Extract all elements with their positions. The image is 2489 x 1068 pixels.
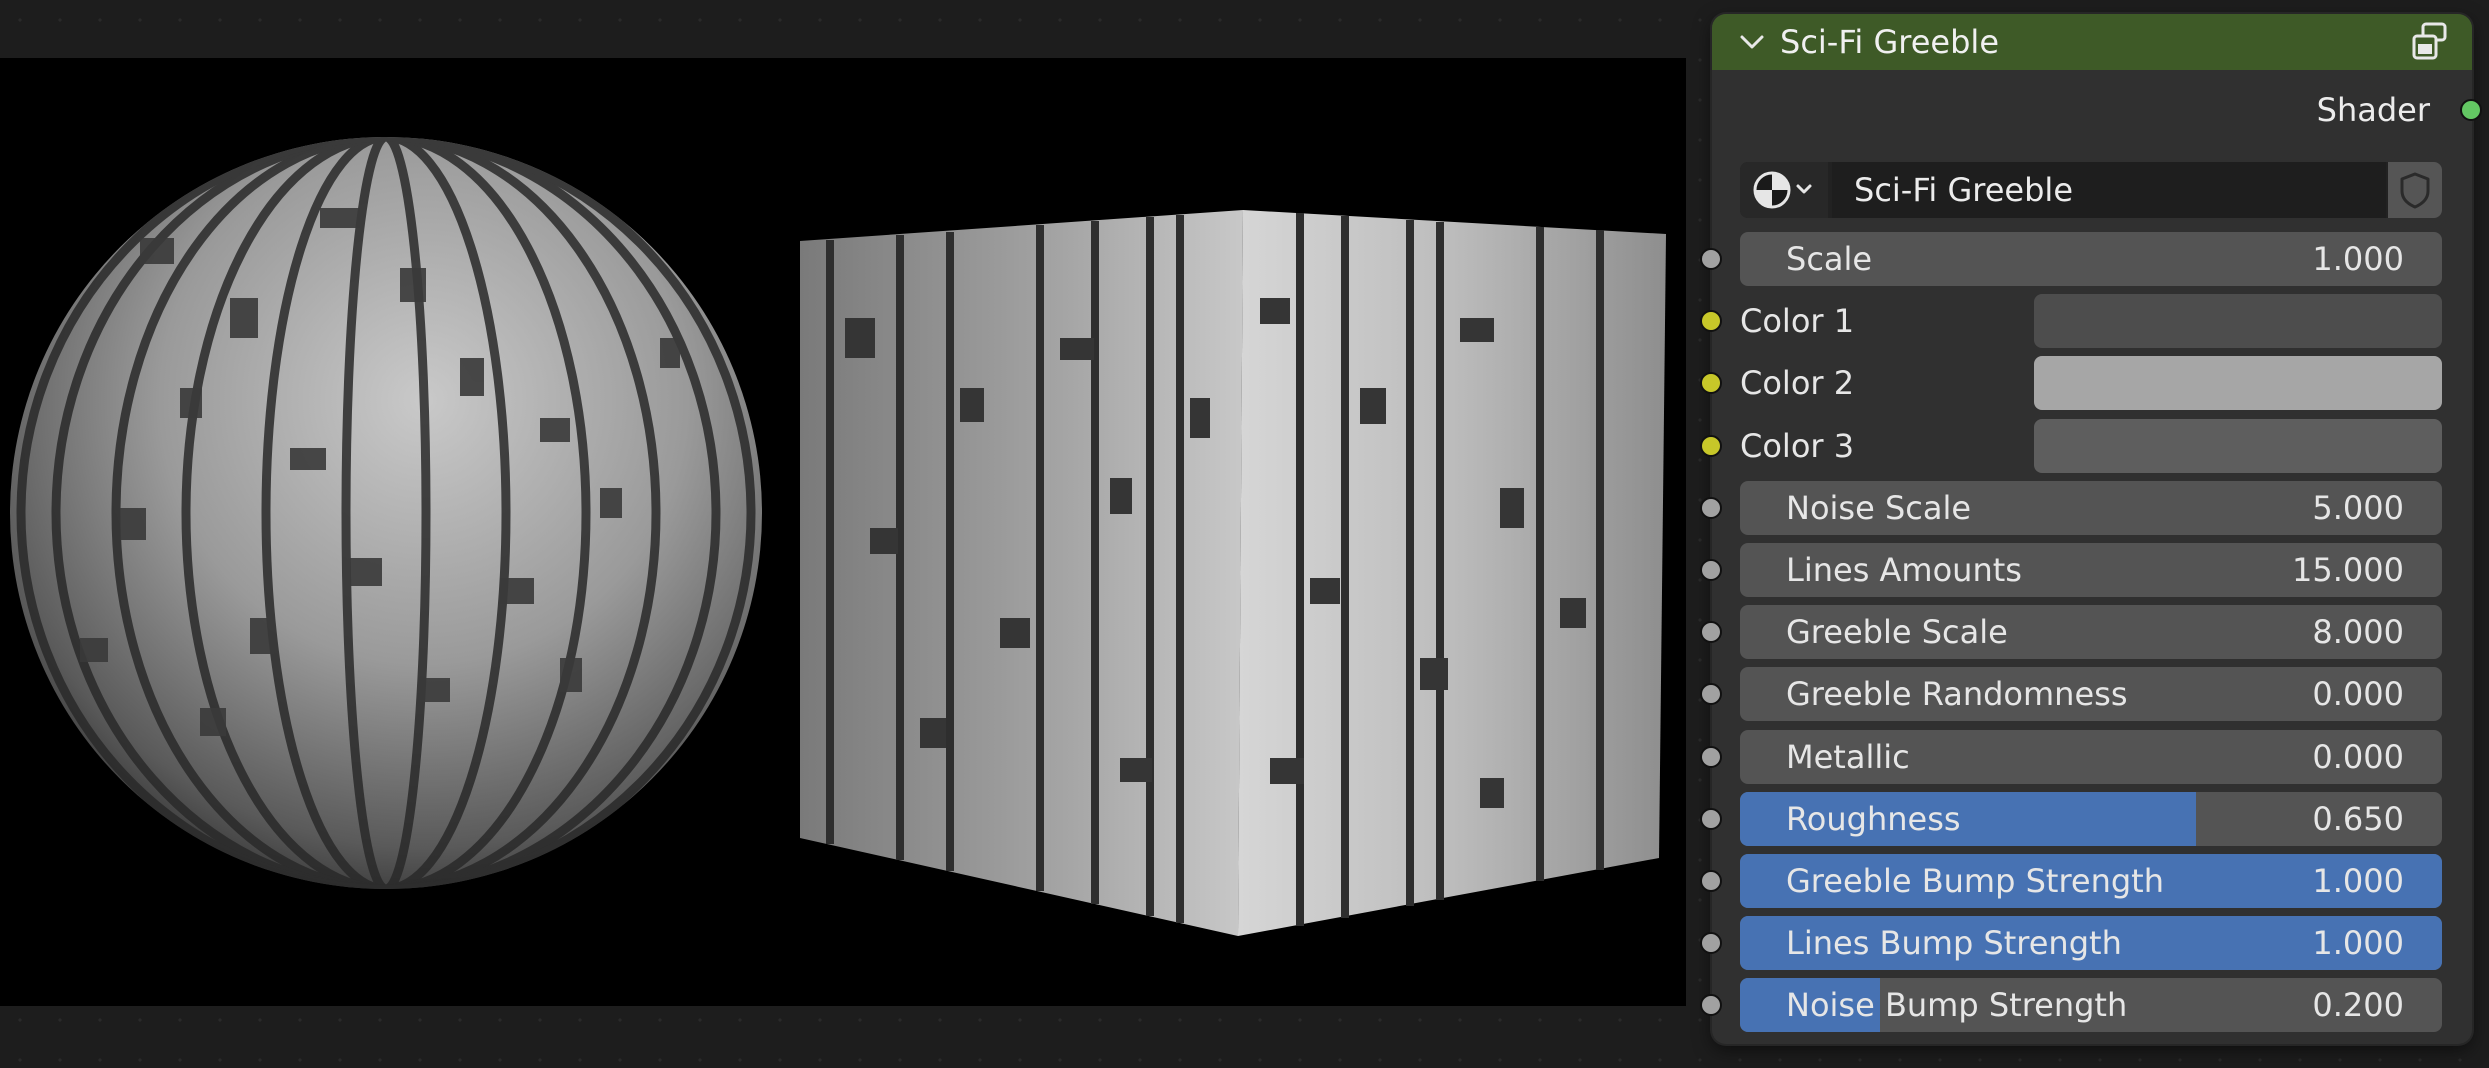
greeble-bump-strength-value: 1.000: [2312, 862, 2404, 900]
metallic-label: Metallic: [1786, 738, 1910, 776]
color-1-socket[interactable]: [1700, 310, 1722, 332]
output-shader-socket[interactable]: [2460, 99, 2482, 121]
fake-user-button[interactable]: [2388, 162, 2442, 218]
color-2-label: Color 2: [1740, 364, 1855, 402]
scale-field[interactable]: Scale 1.000: [1740, 232, 2442, 286]
color-2-swatch[interactable]: [2034, 356, 2442, 410]
lines-bump-strength-field[interactable]: Lines Bump Strength 1.000: [1740, 916, 2442, 970]
lines-amounts-socket[interactable]: [1700, 559, 1722, 581]
color-1-label: Color 1: [1740, 302, 1855, 340]
noise-bump-strength-socket[interactable]: [1700, 994, 1722, 1016]
metallic-socket[interactable]: [1700, 746, 1722, 768]
group-node-sci-fi-greeble[interactable]: Sci-Fi Greeble Shader Sci-Fi Greeble Sca…: [1700, 14, 2482, 1044]
noise-scale-socket[interactable]: [1700, 497, 1722, 519]
greeble-scale-label: Greeble Scale: [1786, 613, 2008, 651]
greeble-bump-strength-field[interactable]: Greeble Bump Strength 1.000: [1740, 854, 2442, 908]
noise-scale-value: 5.000: [2312, 489, 2404, 527]
greeble-scale-socket[interactable]: [1700, 621, 1722, 643]
color-3-socket[interactable]: [1700, 435, 1722, 457]
material-name-field[interactable]: Sci-Fi Greeble: [1832, 162, 2386, 218]
lines-amounts-value: 15.000: [2292, 551, 2404, 589]
greeble-randomness-value: 0.000: [2312, 675, 2404, 713]
roughness-socket[interactable]: [1700, 808, 1722, 830]
lines-amounts-field[interactable]: Lines Amounts 15.000: [1740, 543, 2442, 597]
noise-scale-label: Noise Scale: [1786, 489, 1972, 527]
scale-value: 1.000: [2312, 240, 2404, 278]
metallic-value: 0.000: [2312, 738, 2404, 776]
greeble-randomness-socket[interactable]: [1700, 683, 1722, 705]
noise-bump-strength-field[interactable]: Noise Bump Strength 0.200: [1740, 978, 2442, 1032]
greeble-randomness-field[interactable]: Greeble Randomness 0.000: [1740, 667, 2442, 721]
lines-bump-strength-value: 1.000: [2312, 924, 2404, 962]
greeble-randomness-label: Greeble Randomness: [1786, 675, 2128, 713]
node-preview-icon[interactable]: [2410, 22, 2452, 62]
scale-socket[interactable]: [1700, 248, 1722, 270]
chevron-down-icon[interactable]: [1738, 28, 1766, 56]
metallic-field[interactable]: Metallic 0.000: [1740, 730, 2442, 784]
lines-bump-strength-label: Lines Bump Strength: [1786, 924, 2122, 962]
greeble-scale-field[interactable]: Greeble Scale 8.000: [1740, 605, 2442, 659]
color-3-swatch[interactable]: [2034, 419, 2442, 473]
material-preview-render: [0, 58, 1686, 1006]
lines-bump-strength-socket[interactable]: [1700, 932, 1722, 954]
node-title: Sci-Fi Greeble: [1780, 23, 1999, 61]
greeble-scale-value: 8.000: [2312, 613, 2404, 651]
output-shader-label: Shader: [2316, 91, 2430, 129]
material-sphere-icon: [1753, 171, 1812, 209]
scale-label: Scale: [1786, 240, 1873, 278]
lines-amounts-label: Lines Amounts: [1786, 551, 2022, 589]
shield-icon: [2400, 172, 2430, 209]
material-browse-button[interactable]: [1740, 162, 1828, 218]
color-1-swatch[interactable]: [2034, 294, 2442, 348]
noise-bump-strength-label: Noise Bump Strength: [1786, 986, 2128, 1024]
node-header[interactable]: Sci-Fi Greeble: [1712, 14, 2472, 70]
roughness-value: 0.650: [2312, 800, 2404, 838]
color-2-socket[interactable]: [1700, 372, 1722, 394]
noise-bump-strength-value: 0.200: [2312, 986, 2404, 1024]
noise-scale-field[interactable]: Noise Scale 5.000: [1740, 481, 2442, 535]
preview-cube: [800, 210, 1666, 936]
preview-sphere: [10, 137, 762, 889]
roughness-label: Roughness: [1786, 800, 1961, 838]
greeble-bump-strength-socket[interactable]: [1700, 870, 1722, 892]
material-selector[interactable]: Sci-Fi Greeble: [1740, 162, 2442, 218]
greeble-bump-strength-label: Greeble Bump Strength: [1786, 862, 2164, 900]
roughness-field[interactable]: Roughness 0.650: [1740, 792, 2442, 846]
color-3-label: Color 3: [1740, 427, 1855, 465]
